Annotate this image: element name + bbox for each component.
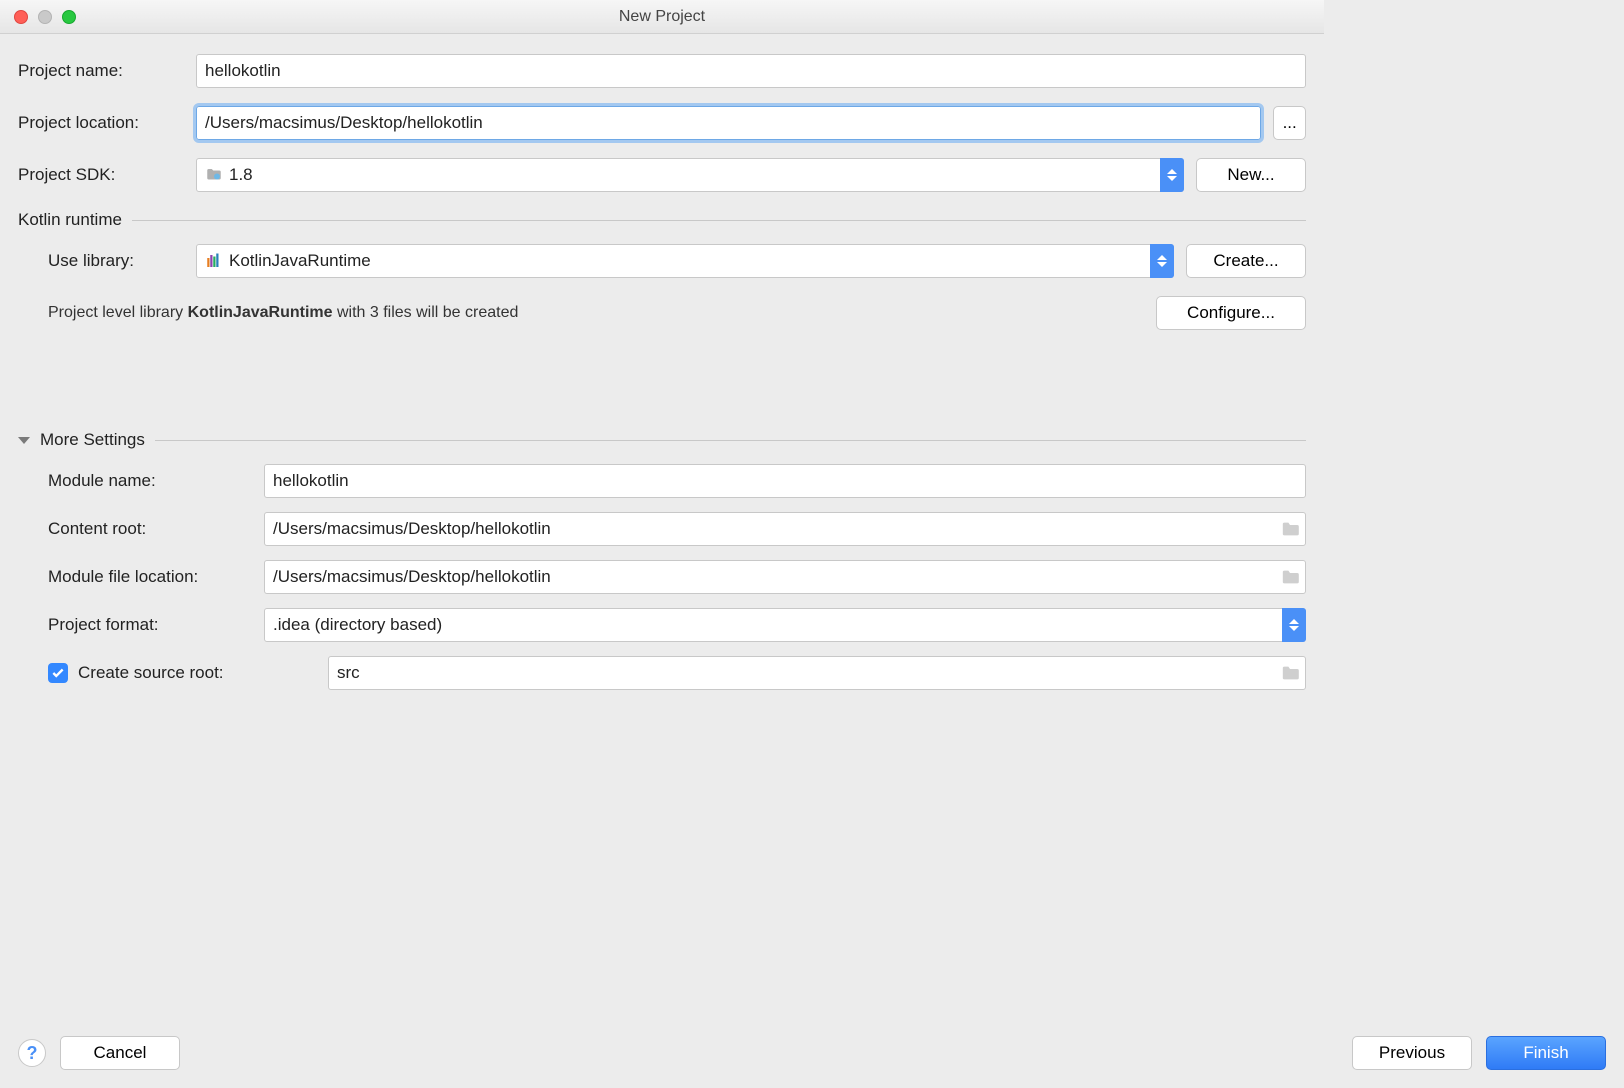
- footer: ? Cancel Previous Finish: [0, 1022, 1624, 1088]
- project-format-row: Project format: .idea (directory based): [48, 608, 1306, 642]
- new-sdk-button[interactable]: New...: [1196, 158, 1306, 192]
- create-library-button[interactable]: Create...: [1186, 244, 1306, 278]
- project-location-label: Project location:: [18, 113, 196, 133]
- window-title: New Project: [0, 8, 1324, 26]
- create-source-root-row: Create source root:: [48, 656, 1306, 690]
- folder-sdk-icon: [205, 166, 223, 184]
- use-library-select[interactable]: KotlinJavaRuntime: [196, 244, 1174, 278]
- create-source-root-label: Create source root:: [78, 663, 224, 683]
- dropdown-arrows-icon: [1150, 244, 1174, 278]
- configure-library-button[interactable]: Configure...: [1156, 296, 1306, 330]
- dropdown-arrows-icon: [1160, 158, 1184, 192]
- disclosure-triangle-icon: [18, 437, 30, 444]
- library-info-text: Project level library KotlinJavaRuntime …: [48, 304, 518, 322]
- more-settings-label: More Settings: [40, 430, 145, 450]
- module-name-row: Module name:: [48, 464, 1306, 498]
- content-root-row: Content root:: [48, 512, 1306, 546]
- project-location-input[interactable]: [196, 106, 1261, 140]
- kotlin-runtime-header: Kotlin runtime: [18, 210, 1306, 230]
- browse-folder-icon[interactable]: [1280, 569, 1300, 585]
- module-file-location-row: Module file location:: [48, 560, 1306, 594]
- module-file-location-label: Module file location:: [48, 567, 264, 587]
- browse-folder-icon[interactable]: [1280, 521, 1300, 537]
- project-sdk-row: Project SDK: 1.8 New...: [18, 158, 1306, 192]
- divider: [155, 440, 1306, 441]
- module-name-label: Module name:: [48, 471, 264, 491]
- module-file-location-input[interactable]: [264, 560, 1306, 594]
- project-sdk-select[interactable]: 1.8: [196, 158, 1184, 192]
- more-settings-header[interactable]: More Settings: [18, 430, 1306, 450]
- project-sdk-value: 1.8: [229, 165, 253, 185]
- cancel-button[interactable]: Cancel: [60, 1036, 180, 1070]
- source-root-input[interactable]: [328, 656, 1306, 690]
- project-format-select[interactable]: .idea (directory based): [264, 608, 1306, 642]
- kotlin-runtime-label: Kotlin runtime: [18, 210, 122, 230]
- use-library-row: Use library: KotlinJavaRuntime: [48, 244, 1306, 278]
- help-button[interactable]: ?: [18, 1039, 46, 1067]
- browse-location-button[interactable]: ...: [1273, 106, 1306, 140]
- divider: [132, 220, 1306, 221]
- previous-button[interactable]: Previous: [1352, 1036, 1472, 1070]
- project-location-row: Project location: ...: [18, 106, 1306, 140]
- use-library-value: KotlinJavaRuntime: [229, 251, 371, 271]
- project-name-input[interactable]: [196, 54, 1306, 88]
- content-root-label: Content root:: [48, 519, 264, 539]
- module-name-input[interactable]: [264, 464, 1306, 498]
- project-name-label: Project name:: [18, 61, 196, 81]
- project-format-label: Project format:: [48, 615, 264, 635]
- project-sdk-label: Project SDK:: [18, 165, 196, 185]
- content-root-input[interactable]: [264, 512, 1306, 546]
- library-icon: [205, 252, 223, 270]
- dropdown-arrows-icon: [1282, 608, 1306, 642]
- project-name-row: Project name:: [18, 54, 1306, 88]
- use-library-label: Use library:: [48, 251, 196, 271]
- titlebar: New Project: [0, 0, 1324, 34]
- browse-folder-icon[interactable]: [1280, 665, 1300, 681]
- project-format-value: .idea (directory based): [273, 615, 442, 635]
- library-info-row: Project level library KotlinJavaRuntime …: [48, 296, 1306, 330]
- finish-button[interactable]: Finish: [1486, 1036, 1606, 1070]
- create-source-root-checkbox[interactable]: [48, 663, 68, 683]
